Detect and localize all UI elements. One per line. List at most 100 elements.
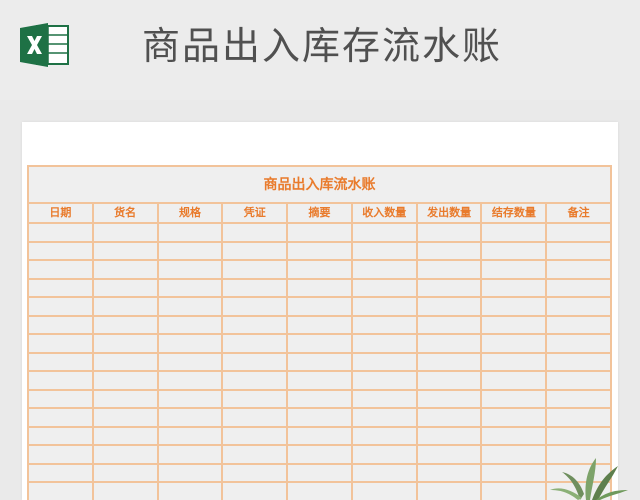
table-cell[interactable] xyxy=(482,427,548,444)
table-cell[interactable] xyxy=(353,335,418,352)
table-cell[interactable] xyxy=(94,279,159,296)
table-cell[interactable] xyxy=(482,242,548,259)
table-cell[interactable] xyxy=(353,427,418,444)
table-cell[interactable] xyxy=(159,409,224,426)
table-cell[interactable] xyxy=(482,446,548,463)
table-cell[interactable] xyxy=(223,316,289,333)
table-cell[interactable] xyxy=(94,224,159,241)
table-cell[interactable] xyxy=(418,298,483,315)
table-cell[interactable] xyxy=(223,261,289,278)
table-cell[interactable] xyxy=(288,390,353,407)
table-cell[interactable] xyxy=(482,261,548,278)
column-header-remarks[interactable]: 备注 xyxy=(547,204,610,222)
table-cell[interactable] xyxy=(223,483,289,500)
table-cell[interactable] xyxy=(288,372,353,389)
column-header-goods-name[interactable]: 货名 xyxy=(94,204,159,222)
table-cell[interactable] xyxy=(418,224,483,241)
table-cell[interactable] xyxy=(223,446,289,463)
table-cell[interactable] xyxy=(353,316,418,333)
column-header-spec[interactable]: 规格 xyxy=(159,204,224,222)
table-cell[interactable] xyxy=(159,372,224,389)
column-header-voucher[interactable]: 凭证 xyxy=(223,204,289,222)
table-cell[interactable] xyxy=(223,372,289,389)
table-cell[interactable] xyxy=(29,372,94,389)
table-cell[interactable] xyxy=(547,409,610,426)
table-cell[interactable] xyxy=(159,446,224,463)
table-cell[interactable] xyxy=(482,316,548,333)
table-cell[interactable] xyxy=(418,409,483,426)
table-cell[interactable] xyxy=(288,316,353,333)
table-cell[interactable] xyxy=(547,243,610,260)
table-cell[interactable] xyxy=(223,427,289,444)
table-cell[interactable] xyxy=(223,242,289,259)
table-cell[interactable] xyxy=(353,483,418,500)
table-cell[interactable] xyxy=(418,446,483,463)
table-cell[interactable] xyxy=(418,390,483,407)
table-cell[interactable] xyxy=(94,261,159,278)
table-cell[interactable] xyxy=(223,224,289,241)
table-cell[interactable] xyxy=(288,335,353,352)
table-cell[interactable] xyxy=(29,390,94,407)
table-cell[interactable] xyxy=(94,483,159,500)
table-cell[interactable] xyxy=(94,335,159,352)
table-cell[interactable] xyxy=(482,372,548,389)
table-cell[interactable] xyxy=(482,390,548,407)
table-cell[interactable] xyxy=(159,390,224,407)
table-cell[interactable] xyxy=(94,316,159,333)
table-cell[interactable] xyxy=(353,446,418,463)
table-cell[interactable] xyxy=(353,224,418,241)
column-header-issued-qty[interactable]: 发出数量 xyxy=(418,204,483,222)
table-cell[interactable] xyxy=(288,409,353,426)
table-cell[interactable] xyxy=(159,427,224,444)
table-cell[interactable] xyxy=(159,464,224,481)
table-cell[interactable] xyxy=(482,464,548,481)
table-cell[interactable] xyxy=(94,446,159,463)
table-cell[interactable] xyxy=(29,242,94,259)
table-cell[interactable] xyxy=(547,372,610,389)
table-cell[interactable] xyxy=(547,335,610,352)
table-cell[interactable] xyxy=(353,409,418,426)
table-cell[interactable] xyxy=(353,242,418,259)
table-cell[interactable] xyxy=(288,353,353,370)
table-cell[interactable] xyxy=(418,353,483,370)
table-cell[interactable] xyxy=(482,353,548,370)
table-cell[interactable] xyxy=(223,409,289,426)
table-cell[interactable] xyxy=(482,279,548,296)
table-cell[interactable] xyxy=(418,335,483,352)
table-cell[interactable] xyxy=(547,298,610,315)
table-cell[interactable] xyxy=(288,224,353,241)
table-cell[interactable] xyxy=(353,353,418,370)
column-header-date[interactable]: 日期 xyxy=(29,204,94,222)
table-cell[interactable] xyxy=(547,224,610,241)
table-cell[interactable] xyxy=(94,298,159,315)
table-cell[interactable] xyxy=(29,279,94,296)
table-cell[interactable] xyxy=(288,483,353,500)
table-cell[interactable] xyxy=(29,261,94,278)
table-cell[interactable] xyxy=(288,464,353,481)
table-cell[interactable] xyxy=(482,409,548,426)
table-cell[interactable] xyxy=(29,224,94,241)
table-cell[interactable] xyxy=(418,242,483,259)
table-cell[interactable] xyxy=(94,372,159,389)
table-cell[interactable] xyxy=(353,261,418,278)
table-cell[interactable] xyxy=(288,427,353,444)
table-cell[interactable] xyxy=(94,242,159,259)
table-cell[interactable] xyxy=(223,464,289,481)
table-cell[interactable] xyxy=(353,464,418,481)
table-cell[interactable] xyxy=(159,353,224,370)
table-cell[interactable] xyxy=(547,391,610,408)
table-cell[interactable] xyxy=(547,354,610,371)
table-cell[interactable] xyxy=(353,279,418,296)
table-cell[interactable] xyxy=(288,242,353,259)
table-cell[interactable] xyxy=(159,316,224,333)
table-cell[interactable] xyxy=(418,279,483,296)
column-header-received-qty[interactable]: 收入数量 xyxy=(353,204,418,222)
table-cell[interactable] xyxy=(159,261,224,278)
table-cell[interactable] xyxy=(29,483,94,500)
table-cell[interactable] xyxy=(547,261,610,278)
table-cell[interactable] xyxy=(29,316,94,333)
table-cell[interactable] xyxy=(159,279,224,296)
table-cell[interactable] xyxy=(29,409,94,426)
table-cell[interactable] xyxy=(418,483,483,500)
table-cell[interactable] xyxy=(94,464,159,481)
